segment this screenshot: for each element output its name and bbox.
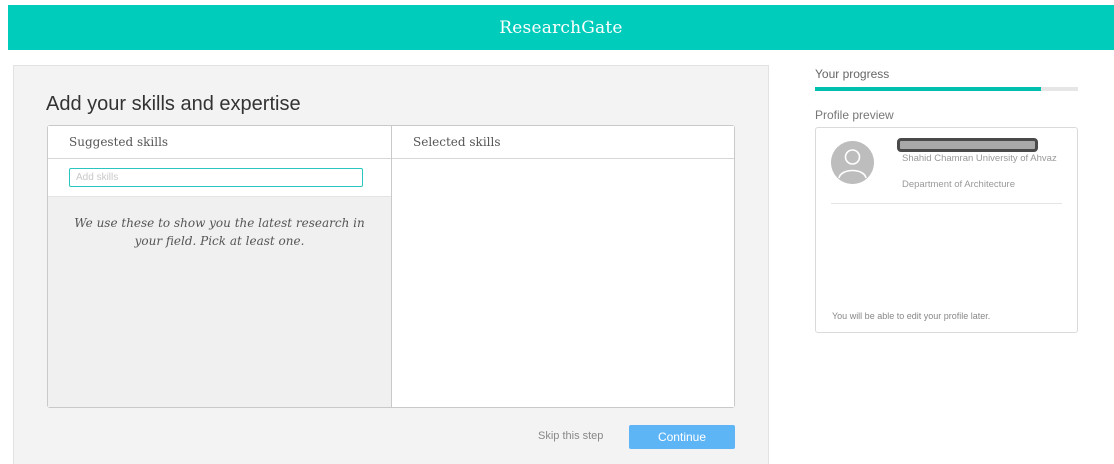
default-user-silhouette-icon: [831, 141, 874, 184]
skills-picker: Suggested skills We use these to show yo…: [47, 125, 735, 408]
skills-hint: We use these to show you the latest rese…: [74, 216, 365, 248]
progress-bar-fill: [815, 87, 1042, 91]
progress-bar: [815, 87, 1078, 91]
suggested-skills-header: Suggested skills: [48, 126, 391, 159]
redacted-name: [897, 138, 1038, 152]
suggested-skills-column: Suggested skills We use these to show yo…: [48, 126, 391, 407]
skill-input-wrapper: [48, 159, 391, 197]
profile-department: Department of Architecture: [902, 179, 1015, 190]
profile-institution: Shahid Chamran University of Ahvaz: [902, 153, 1057, 164]
divider: [831, 203, 1062, 204]
edit-profile-note: You will be able to edit your profile la…: [832, 311, 991, 321]
selected-skills-header: Selected skills: [392, 126, 734, 159]
profile-preview-label: Profile preview: [815, 108, 894, 122]
skills-card: Add your skills and expertise Suggested …: [13, 65, 769, 464]
brand-logo[interactable]: ResearchGate: [499, 18, 622, 38]
skip-step-link[interactable]: Skip this step: [538, 430, 603, 442]
page-title: Add your skills and expertise: [46, 93, 301, 115]
profile-preview-card: Shahid Chamran University of Ahvaz Depar…: [815, 127, 1078, 333]
progress-label: Your progress: [815, 67, 890, 81]
add-skills-input[interactable]: [69, 168, 363, 187]
selected-skills-column: Selected skills: [391, 126, 734, 407]
avatar: [831, 141, 874, 184]
top-bar: ResearchGate: [8, 5, 1114, 50]
continue-button[interactable]: Continue: [629, 425, 735, 449]
